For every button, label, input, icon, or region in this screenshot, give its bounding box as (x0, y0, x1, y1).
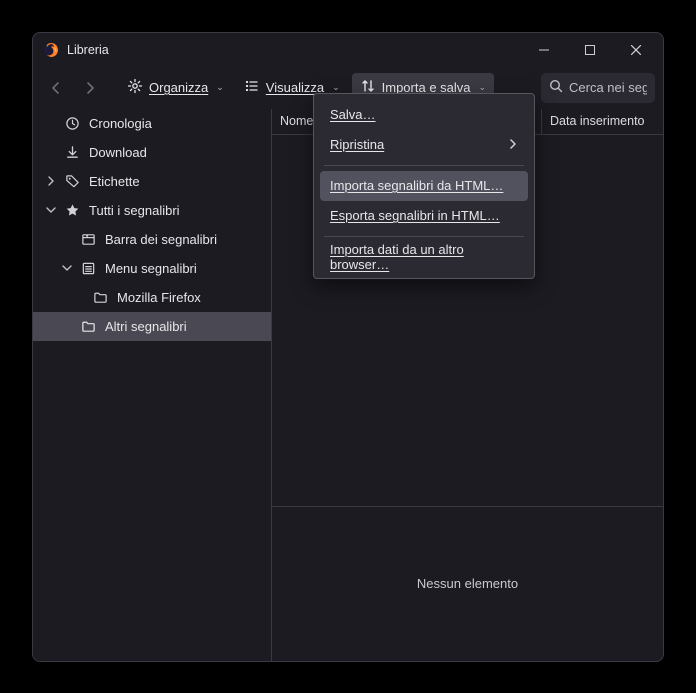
sidebar-item-bookmarks-menu[interactable]: Menu segnalibri (33, 254, 271, 283)
menu-item-import-html[interactable]: Importa segnalibri da HTML… (320, 171, 528, 201)
menu-item-label: Ripristina (330, 137, 384, 152)
search-box[interactable] (541, 73, 655, 103)
sidebar-item-label: Tutti i segnalibri (85, 203, 180, 218)
menu-separator (324, 236, 524, 237)
menu-item-restore[interactable]: Ripristina (320, 130, 528, 160)
import-export-menu: Salva… Ripristina Importa segnalibri da … (313, 93, 535, 279)
back-button[interactable] (41, 73, 71, 103)
chevron-down-icon[interactable] (59, 260, 75, 276)
chevron-down-icon: ⌄ (479, 82, 487, 93)
organize-label: Organizza (149, 80, 208, 95)
menu-separator (324, 165, 524, 166)
folder-icon (91, 288, 109, 306)
sidebar-item-all-bookmarks[interactable]: Tutti i segnalibri (33, 196, 271, 225)
column-date-added[interactable]: Data inserimento (542, 109, 663, 134)
sidebar-item-label: Mozilla Firefox (113, 290, 201, 305)
sidebar-item-tags[interactable]: Etichette (33, 167, 271, 196)
sidebar-item-label: Altri segnalibri (101, 319, 187, 334)
sidebar-item-label: Download (85, 145, 147, 160)
window-controls (521, 33, 659, 67)
titlebar-left: Libreria (43, 42, 109, 58)
gear-icon (127, 78, 143, 97)
bookmarks-menu-icon (79, 259, 97, 277)
chevron-right-icon[interactable] (43, 173, 59, 189)
empty-message: Nessun elemento (417, 576, 518, 591)
star-icon (63, 201, 81, 219)
sidebar-item-label: Menu segnalibri (101, 261, 197, 276)
sidebar-item-label: Barra dei segnalibri (101, 232, 217, 247)
column-label: Nome (280, 114, 313, 128)
menu-item-import-browser[interactable]: Importa dati da un altro browser… (320, 242, 528, 272)
clock-icon (63, 114, 81, 132)
menu-item-export-html[interactable]: Esporta segnalibri in HTML… (320, 201, 528, 231)
sidebar-item-mozilla-firefox[interactable]: Mozilla Firefox (33, 283, 271, 312)
menu-item-label: Importa dati da un altro browser… (330, 242, 464, 272)
folder-icon (79, 317, 97, 335)
menu-item-label: Esporta segnalibri in HTML… (330, 208, 500, 223)
library-window: Libreria (32, 32, 664, 662)
search-icon (549, 79, 563, 96)
menu-item-label: Salva… (330, 107, 376, 122)
menu-item-label: Importa segnalibri da HTML… (330, 178, 503, 193)
chevron-down-icon: ⌄ (332, 82, 340, 93)
chevron-down-icon[interactable] (43, 202, 59, 218)
sidebar-item-download[interactable]: Download (33, 138, 271, 167)
sidebar: Cronologia Download Etichette (33, 109, 271, 661)
sidebar-item-history[interactable]: Cronologia (33, 109, 271, 138)
titlebar: Libreria (33, 33, 663, 67)
tag-icon (63, 172, 81, 190)
sidebar-item-bookmarks-toolbar[interactable]: Barra dei segnalibri (33, 225, 271, 254)
sidebar-item-label: Etichette (85, 174, 140, 189)
sidebar-item-other-bookmarks[interactable]: Altri segnalibri (33, 312, 271, 341)
organize-button[interactable]: Organizza ⌄ (119, 73, 232, 103)
search-input[interactable] (569, 80, 647, 95)
details-pane: Nessun elemento (272, 506, 663, 661)
minimize-button[interactable] (521, 33, 567, 67)
bookmarks-toolbar-icon (79, 230, 97, 248)
firefox-icon (43, 42, 59, 58)
menu-item-save[interactable]: Salva… (320, 100, 528, 130)
download-icon (63, 143, 81, 161)
list-icon (244, 78, 260, 97)
column-label: Data inserimento (550, 114, 645, 128)
chevron-right-icon (508, 137, 518, 152)
chevron-down-icon: ⌄ (216, 82, 224, 93)
window-title: Libreria (67, 43, 109, 57)
close-button[interactable] (613, 33, 659, 67)
sidebar-item-label: Cronologia (85, 116, 152, 131)
maximize-button[interactable] (567, 33, 613, 67)
forward-button[interactable] (75, 73, 105, 103)
